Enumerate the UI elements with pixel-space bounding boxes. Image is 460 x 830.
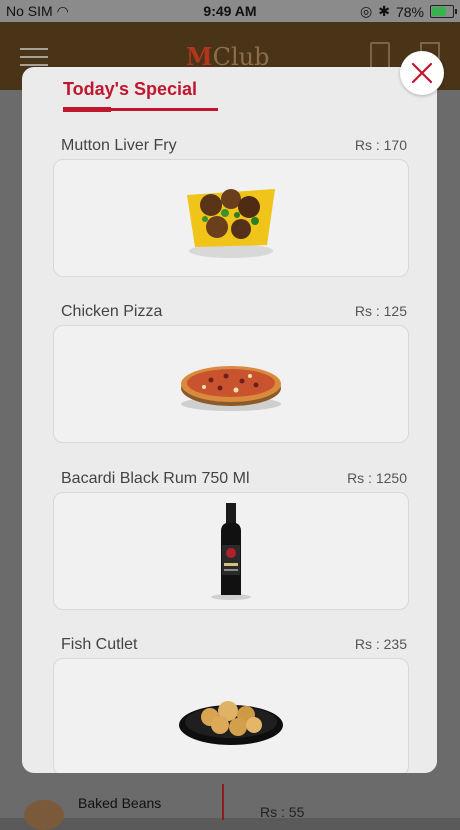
list-item[interactable]: Baked Beans Rs : 55 xyxy=(18,784,442,830)
modal-title: Today's Special xyxy=(63,79,197,99)
mutton-liver-fry-image xyxy=(187,189,275,258)
item-price: Rs : 235 xyxy=(354,636,407,652)
item-image-card[interactable] xyxy=(53,325,409,443)
item-price: Rs : 170 xyxy=(354,137,407,153)
item-name: Chicken Pizza xyxy=(61,303,163,320)
battery-percentage: 78% xyxy=(395,3,424,20)
item-name: Mutton Liver Fry xyxy=(61,137,177,154)
close-button[interactable] xyxy=(400,51,444,95)
item-price: Rs : 125 xyxy=(354,303,407,319)
close-icon xyxy=(411,62,433,84)
item-name: Baked Beans xyxy=(78,795,162,811)
pizza-image xyxy=(181,366,281,411)
item-image-card[interactable] xyxy=(53,492,409,610)
rotation-lock-icon: ◎ xyxy=(360,3,373,19)
status-bar: No SIM ◠ 9:49 AM ◎ ✱ 78% xyxy=(0,0,460,22)
status-right: ◎ ✱ 78% xyxy=(360,3,457,20)
item-name: Fish Cutlet xyxy=(61,636,138,653)
todays-special-modal: Today's Special Mutton Liver Fry Rs : 17… xyxy=(22,67,437,773)
item-name: Bacardi Black Rum 750 Ml xyxy=(61,470,250,487)
dish-thumbnail xyxy=(24,800,64,830)
title-underline xyxy=(63,107,218,112)
bill-icon[interactable] xyxy=(370,42,390,70)
bluetooth-icon: ✱ xyxy=(378,3,390,19)
item-price: Rs : 1250 xyxy=(347,470,407,486)
item-image-card[interactable] xyxy=(53,658,409,773)
divider xyxy=(222,784,224,820)
fish-cutlet-image xyxy=(179,701,283,745)
item-image-card[interactable] xyxy=(53,159,409,277)
rum-bottle-image xyxy=(211,503,251,600)
battery-icon xyxy=(430,5,457,18)
